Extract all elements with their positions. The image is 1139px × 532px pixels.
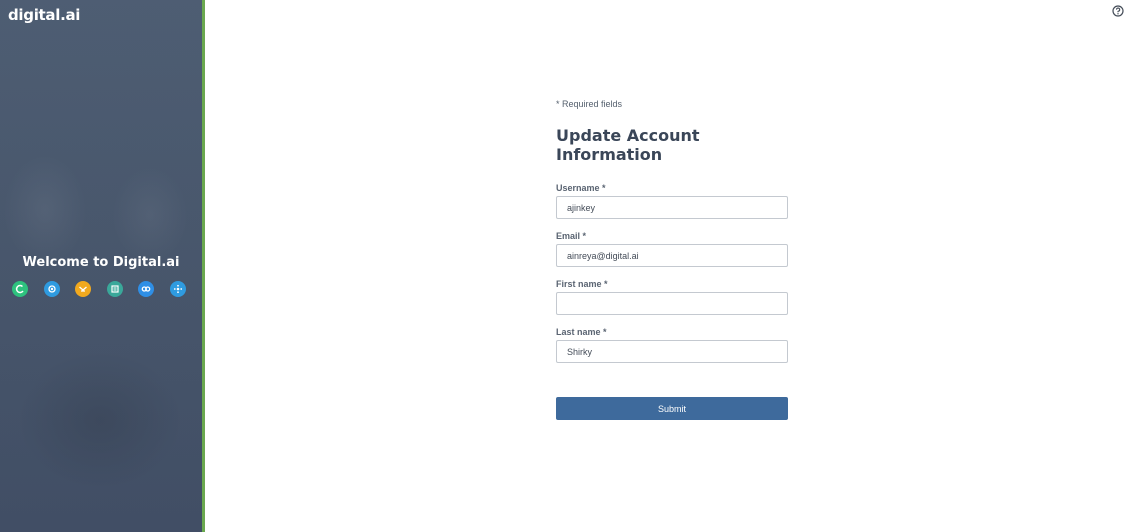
continuous-testing-icon (106, 281, 123, 297)
email-field-group: Email * (556, 231, 789, 267)
last-name-label: Last name * (556, 327, 607, 337)
first-name-label: First name * (556, 279, 608, 289)
submit-button[interactable]: Submit (556, 397, 788, 420)
username-field-group: Username * (556, 183, 789, 219)
first-name-input[interactable] (556, 292, 788, 315)
email-input[interactable] (556, 244, 788, 267)
username-input[interactable] (556, 196, 788, 219)
intelligence-icon (138, 281, 154, 297)
release-icon (43, 281, 60, 297)
last-name-input[interactable] (556, 340, 788, 363)
required-fields-note: * Required fields (556, 99, 623, 109)
last-name-field-group: Last name * (556, 327, 789, 363)
agility-icon (12, 281, 28, 297)
app-protection-icon (169, 281, 186, 297)
help-icon[interactable] (1112, 4, 1124, 17)
first-name-field-group: First name * (556, 279, 789, 315)
email-label: Email * (556, 231, 587, 241)
brand-panel: digital.ai Welcome to Digital.ai (0, 0, 205, 532)
product-icon-row (12, 281, 186, 297)
page: digital.ai Welcome to Digital.ai * Requi… (0, 0, 1139, 532)
username-label: Username * (556, 183, 606, 193)
deploy-icon (75, 281, 91, 297)
welcome-heading: Welcome to Digital.ai (22, 255, 180, 270)
update-account-form: * Required fields Update Account Informa… (556, 99, 789, 420)
page-title: Update Account Information (556, 126, 700, 164)
digital-ai-logo: digital.ai (8, 6, 81, 24)
